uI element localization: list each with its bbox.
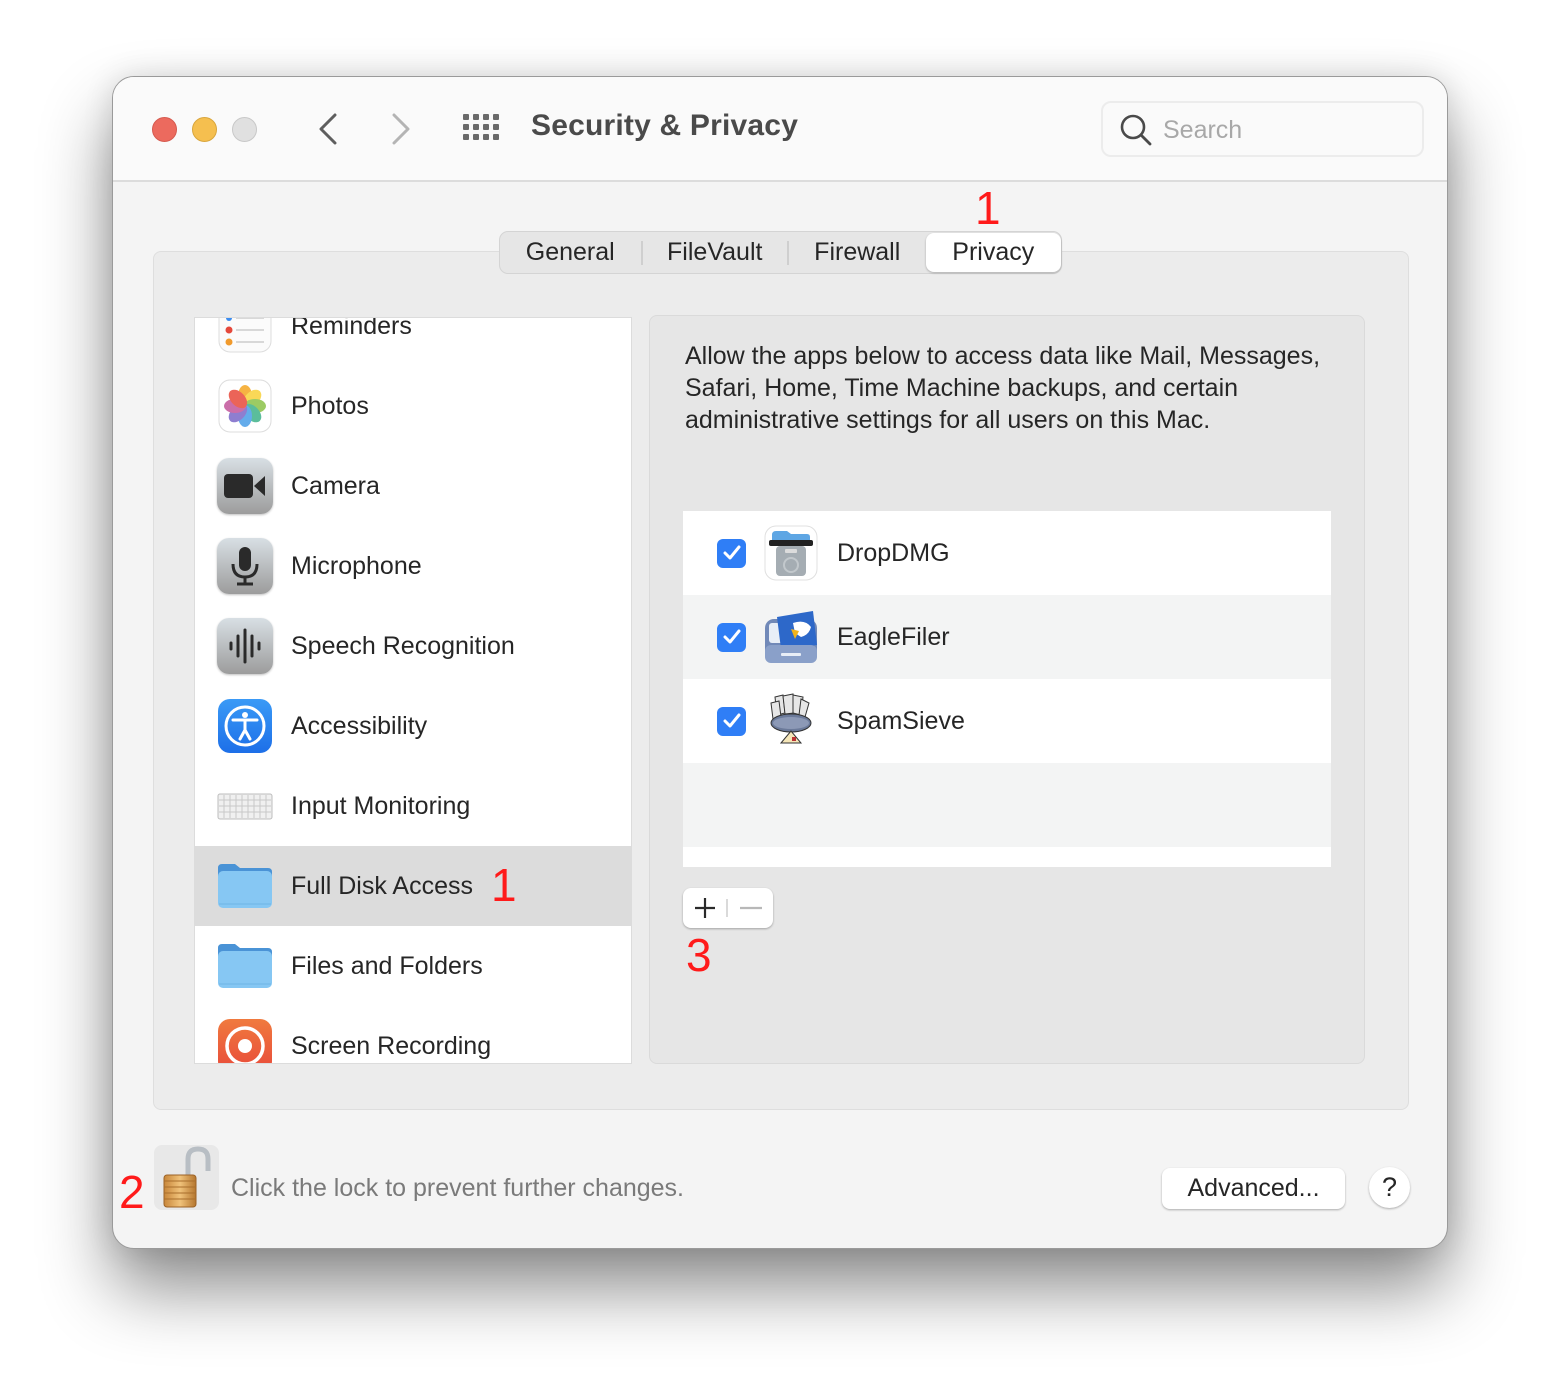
microphone-icon xyxy=(217,538,273,594)
category-label: Input Monitoring xyxy=(291,791,471,820)
back-button[interactable] xyxy=(308,109,348,149)
folder-icon xyxy=(218,864,272,908)
security-privacy-window: Security & Privacy General FileVault Fir… xyxy=(112,76,1448,1249)
app-checkbox[interactable] xyxy=(717,622,746,652)
grid-dot xyxy=(493,124,499,130)
category-reminders[interactable]: Reminders xyxy=(195,317,631,366)
app-name: DropDMG xyxy=(837,538,950,567)
grid-dot xyxy=(473,134,479,140)
eaglefiler-icon xyxy=(765,611,817,663)
button-separator xyxy=(726,899,728,917)
category-camera[interactable]: Camera xyxy=(195,446,631,526)
tab-firewall[interactable]: Firewall xyxy=(789,232,926,273)
search-icon xyxy=(1120,114,1152,146)
chevron-left-icon xyxy=(319,113,337,145)
empty-row xyxy=(683,763,1331,847)
reminders-icon xyxy=(218,318,272,353)
spamsieve-icon xyxy=(770,693,812,744)
privacy-category-list[interactable]: Reminders Photos Camera Microphone Speec… xyxy=(194,317,632,1064)
tab-filevault[interactable]: FileVault xyxy=(643,232,787,273)
category-label: Camera xyxy=(291,471,380,500)
category-microphone[interactable]: Microphone xyxy=(195,526,631,606)
app-list[interactable]: DropDMG EagleFiler SpamSieve xyxy=(683,511,1331,867)
grid-dot xyxy=(463,124,469,130)
annotation-add-button: 3 xyxy=(686,929,712,981)
annotation-full-disk-access: 1 xyxy=(491,859,517,911)
tab-privacy[interactable]: Privacy xyxy=(925,233,1062,272)
category-screen-recording[interactable]: Screen Recording xyxy=(195,1006,631,1063)
category-label: Screen Recording xyxy=(291,1031,492,1060)
chevron-right-icon xyxy=(392,113,410,145)
app-row-spamsieve[interactable]: SpamSieve xyxy=(683,679,1331,763)
lock-status-text: Click the lock to prevent further change… xyxy=(231,1174,685,1202)
speech-recognition-icon xyxy=(217,618,273,674)
grid-dot xyxy=(483,134,489,140)
search-input[interactable] xyxy=(1163,111,1403,149)
app-name: SpamSieve xyxy=(837,706,965,735)
annotation-lock: 2 xyxy=(119,1166,145,1218)
camera-icon xyxy=(217,458,273,514)
tab-general[interactable]: General xyxy=(500,232,641,273)
full-disk-access-pane: Allow the apps below to access data like… xyxy=(649,315,1365,1064)
add-app-button[interactable] xyxy=(683,888,727,928)
forward-button[interactable] xyxy=(381,109,421,149)
category-accessibility[interactable]: Accessibility xyxy=(195,686,631,766)
category-speech-recognition[interactable]: Speech Recognition xyxy=(195,606,631,686)
app-checkbox[interactable] xyxy=(717,538,746,568)
folder-icon xyxy=(218,944,272,988)
grid-dot xyxy=(493,114,499,120)
category-photos[interactable]: Photos xyxy=(195,366,631,446)
advanced-button[interactable]: Advanced... xyxy=(1162,1168,1345,1209)
grid-dot xyxy=(483,124,489,130)
category-label: Speech Recognition xyxy=(291,631,515,660)
remove-app-button[interactable] xyxy=(729,888,773,928)
dropdmg-icon xyxy=(764,525,818,581)
grid-dot xyxy=(473,114,479,120)
grid-dot xyxy=(463,134,469,140)
search-field[interactable] xyxy=(1101,101,1424,157)
checkmark-icon xyxy=(723,545,740,560)
category-full-disk-access[interactable]: Full Disk Access 1 xyxy=(195,846,631,926)
screen-recording-icon xyxy=(218,1019,272,1063)
category-input-monitoring[interactable]: Input Monitoring xyxy=(195,766,631,846)
keyboard-icon xyxy=(217,793,273,820)
tab-bar: General FileVault Firewall Privacy xyxy=(499,231,1062,274)
category-label: Files and Folders xyxy=(291,951,483,980)
grid-icon xyxy=(463,114,503,144)
checkmark-icon xyxy=(723,713,740,728)
full-disk-access-description: Allow the apps below to access data like… xyxy=(685,342,1321,434)
app-name: EagleFiler xyxy=(837,622,950,651)
category-label: Reminders xyxy=(291,317,412,340)
grid-dot xyxy=(493,134,499,140)
grid-dot xyxy=(483,114,489,120)
grid-dot xyxy=(473,124,479,130)
photos-icon xyxy=(218,379,272,433)
minus-icon xyxy=(740,906,762,910)
close-button[interactable] xyxy=(152,117,177,142)
help-button[interactable]: ? xyxy=(1369,1167,1410,1208)
annotation-privacy-tab: 1 xyxy=(975,182,1001,234)
lock-button[interactable] xyxy=(154,1145,219,1210)
category-files-and-folders[interactable]: Files and Folders xyxy=(195,926,631,1006)
app-checkbox[interactable] xyxy=(717,706,746,736)
add-remove-control xyxy=(683,888,773,928)
accessibility-icon xyxy=(218,699,272,753)
show-all-grid-button[interactable] xyxy=(463,114,503,144)
window-title: Security & Privacy xyxy=(531,109,799,142)
category-label: Photos xyxy=(291,391,369,420)
app-row-eaglefiler[interactable]: EagleFiler xyxy=(683,595,1331,679)
title-bar: Security & Privacy xyxy=(113,77,1447,182)
category-label: Accessibility xyxy=(291,711,428,740)
plus-icon xyxy=(695,898,715,918)
category-label: Full Disk Access xyxy=(291,871,473,900)
minimize-button[interactable] xyxy=(192,117,217,142)
checkmark-icon xyxy=(723,629,740,644)
unlocked-padlock-icon xyxy=(163,1146,211,1208)
app-row-dropdmg[interactable]: DropDMG xyxy=(683,511,1331,595)
category-label: Microphone xyxy=(291,551,422,580)
zoom-button[interactable] xyxy=(232,117,257,142)
grid-dot xyxy=(463,114,469,120)
